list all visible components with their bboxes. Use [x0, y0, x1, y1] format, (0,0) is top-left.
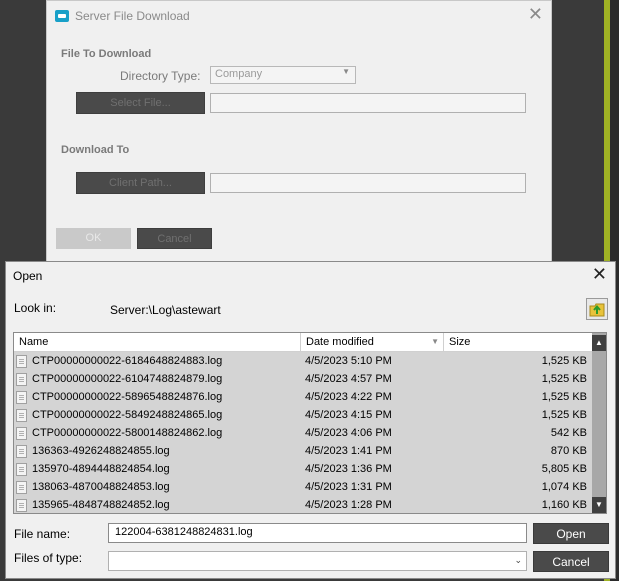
file-date: 4/5/2023 4:15 PM [305, 409, 392, 421]
file-list[interactable]: Name Date modified ▼ Size CTP00000000022… [13, 332, 607, 514]
open-button[interactable]: Open [533, 523, 609, 544]
download-to-heading: Download To [61, 144, 130, 156]
cancel-button[interactable]: Cancel [137, 228, 212, 249]
client-path-button[interactable]: Client Path... [76, 172, 205, 194]
close-icon[interactable]: ✕ [592, 264, 607, 284]
table-row[interactable]: 138063-4870048824853.log 4/5/2023 1:31 P… [14, 478, 592, 496]
file-size: 5,805 KB [541, 463, 587, 475]
file-icon [16, 444, 27, 458]
table-row[interactable]: CTP00000000022-5849248824865.log 4/5/202… [14, 406, 592, 424]
up-folder-button[interactable] [586, 298, 608, 320]
table-row[interactable]: CTP00000000022-6184648824883.log 4/5/202… [14, 352, 592, 370]
file-date: 4/5/2023 1:31 PM [305, 481, 392, 493]
file-name-label: File name: [14, 527, 71, 541]
chevron-down-icon: ▼ [342, 67, 350, 76]
close-icon[interactable]: ✕ [528, 5, 543, 23]
cancel-button[interactable]: Cancel [533, 551, 609, 572]
select-file-button[interactable]: Select File... [76, 92, 205, 114]
file-size: 1,525 KB [541, 391, 587, 403]
chevron-down-icon: ⌄ [514, 555, 522, 565]
file-size: 1,525 KB [541, 373, 587, 385]
table-row[interactable]: CTP00000000022-6104748824879.log 4/5/202… [14, 370, 592, 388]
file-list-header: Name Date modified ▼ Size [14, 333, 592, 352]
open-dialog: Open ✕ Look in: Server:\Log\astewart Nam… [5, 261, 616, 579]
table-row[interactable]: 135970-4894448824854.log 4/5/2023 1:36 P… [14, 460, 592, 478]
file-size: 542 KB [550, 427, 587, 439]
folder-up-icon [589, 303, 605, 317]
file-name: 135970-4894448824854.log [32, 463, 170, 475]
app-logo-icon [55, 10, 69, 22]
column-header-size[interactable]: Size [444, 333, 592, 351]
scroll-up-icon[interactable]: ▲ [592, 335, 606, 351]
open-dialog-title: Open [13, 269, 43, 283]
file-icon [16, 408, 27, 422]
file-size: 1,525 KB [541, 409, 587, 421]
directory-type-value: Company [215, 68, 263, 80]
server-file-download-dialog: Server File Download ✕ File To Download … [46, 0, 552, 262]
file-to-download-heading: File To Download [61, 48, 152, 60]
file-name: 136363-4926248824855.log [32, 445, 170, 457]
look-in-path: Server:\Log\astewart [110, 303, 221, 317]
file-date: 4/5/2023 4:57 PM [305, 373, 392, 385]
sort-down-icon: ▼ [431, 337, 439, 346]
file-rows: CTP00000000022-6184648824883.log 4/5/202… [14, 352, 592, 513]
table-row[interactable]: CTP00000000022-5896548824876.log 4/5/202… [14, 388, 592, 406]
file-name: CTP00000000022-6104748824879.log [32, 373, 223, 385]
file-date: 4/5/2023 1:28 PM [305, 499, 392, 511]
directory-type-select[interactable]: Company ▼ [210, 66, 356, 84]
file-icon [16, 498, 27, 512]
look-in-label: Look in: [14, 301, 57, 315]
file-size: 870 KB [550, 445, 587, 457]
file-size: 1,160 KB [541, 499, 587, 511]
file-icon [16, 390, 27, 404]
file-icon [16, 354, 27, 368]
file-name-input[interactable]: 122004-6381248824831.log [108, 523, 527, 543]
vertical-scrollbar[interactable]: ▲ ▼ [592, 333, 606, 513]
table-row[interactable]: CTP00000000022-5800148824862.log 4/5/202… [14, 424, 592, 442]
file-name: 135965-4848748824852.log [32, 499, 170, 511]
file-name: CTP00000000022-6184648824883.log [32, 355, 223, 367]
file-icon [16, 480, 27, 494]
file-name: CTP00000000022-5896548824876.log [32, 391, 223, 403]
file-date: 4/5/2023 4:22 PM [305, 391, 392, 403]
file-size: 1,074 KB [541, 481, 587, 493]
file-name: CTP00000000022-5800148824862.log [32, 427, 223, 439]
files-of-type-label: Files of type: [14, 551, 83, 565]
file-size: 1,525 KB [541, 355, 587, 367]
file-date: 4/5/2023 4:06 PM [305, 427, 392, 439]
client-path-field[interactable] [210, 173, 526, 193]
file-icon [16, 426, 27, 440]
file-icon [16, 372, 27, 386]
column-header-date-label: Date modified [306, 336, 374, 348]
files-of-type-select[interactable]: ⌄ [108, 551, 527, 571]
column-header-name[interactable]: Name [14, 333, 301, 351]
table-row[interactable]: 136363-4926248824855.log 4/5/2023 1:41 P… [14, 442, 592, 460]
file-name: 138063-4870048824853.log [32, 481, 170, 493]
dialog-title-bar: Server File Download [55, 8, 190, 24]
file-date: 4/5/2023 1:41 PM [305, 445, 392, 457]
file-icon [16, 462, 27, 476]
file-name: CTP00000000022-5849248824865.log [32, 409, 223, 421]
table-row[interactable]: 135965-4848748824852.log 4/5/2023 1:28 P… [14, 496, 592, 513]
directory-type-label: Directory Type: [120, 69, 201, 83]
file-date: 4/5/2023 5:10 PM [305, 355, 392, 367]
ok-button[interactable]: OK [56, 228, 131, 249]
dialog-title: Server File Download [75, 9, 190, 23]
column-header-date-modified[interactable]: Date modified ▼ [301, 333, 444, 351]
select-file-field[interactable] [210, 93, 526, 113]
scroll-down-icon[interactable]: ▼ [592, 497, 606, 513]
file-date: 4/5/2023 1:36 PM [305, 463, 392, 475]
